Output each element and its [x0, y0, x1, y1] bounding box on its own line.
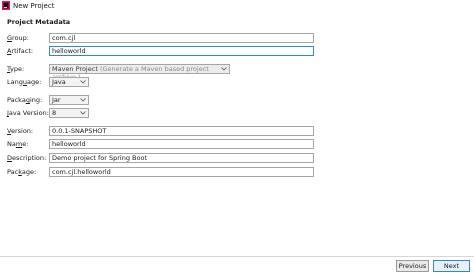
title-bar: New Project [0, 0, 474, 12]
group-label: Group: [7, 34, 29, 43]
chevron-down-icon [219, 65, 228, 73]
package-label-text: age: [21, 168, 37, 176]
artifact-input[interactable] [49, 46, 314, 56]
package-label-pre: Pac [7, 168, 19, 176]
type-label: Type: [7, 65, 24, 74]
packaging-label-pre: Packa [7, 96, 26, 104]
name-label-pre: Na [7, 140, 16, 148]
version-input[interactable] [49, 126, 314, 136]
name-label: Name: [7, 140, 28, 149]
packaging-select-value: Jar [52, 96, 61, 104]
chevron-down-icon [78, 78, 87, 86]
name-label-text: e: [22, 140, 29, 148]
language-label: Language: [7, 78, 41, 87]
artifact-label-text: rtifact: [11, 47, 34, 55]
description-label: Description: [7, 154, 46, 163]
description-input[interactable] [49, 153, 314, 163]
intellij-app-icon [2, 1, 10, 10]
java-version-select[interactable]: 8 [49, 108, 89, 118]
chevron-down-icon [78, 109, 87, 117]
language-label-text: age: [26, 78, 42, 86]
section-title: Project Metadata [7, 18, 71, 26]
packaging-select[interactable]: Jar [49, 95, 89, 105]
chevron-down-icon [78, 96, 87, 104]
group-input[interactable] [49, 33, 314, 43]
packaging-label-text: ing: [29, 96, 43, 104]
package-label: Package: [7, 168, 36, 177]
java-version-select-value: 8 [52, 109, 57, 117]
language-select-value: Java [52, 78, 66, 86]
next-button[interactable]: Next [433, 260, 470, 272]
description-label-text: escription: [12, 154, 47, 162]
java-version-label: Java Version: [7, 109, 49, 118]
window-title: New Project [13, 2, 55, 10]
type-label-text: ype: [9, 65, 25, 73]
previous-button[interactable]: Previous [396, 260, 429, 272]
language-select[interactable]: Java [49, 77, 89, 87]
type-select[interactable]: Maven Project (Generate a Maven based pr… [49, 64, 230, 81]
group-label-text: roup: [12, 34, 29, 42]
version-label: Version: [7, 127, 33, 136]
artifact-label: Artifact: [7, 47, 33, 56]
name-input[interactable] [49, 139, 314, 149]
version-label-text: ersion: [10, 127, 34, 135]
type-select-value: Maven Project [52, 65, 98, 73]
language-label-pre: Lang [7, 78, 23, 86]
java-version-label-text: ava Version: [8, 109, 49, 117]
packaging-label: Packaging: [7, 96, 42, 105]
footer-divider [0, 256, 474, 257]
package-input[interactable] [49, 167, 314, 177]
